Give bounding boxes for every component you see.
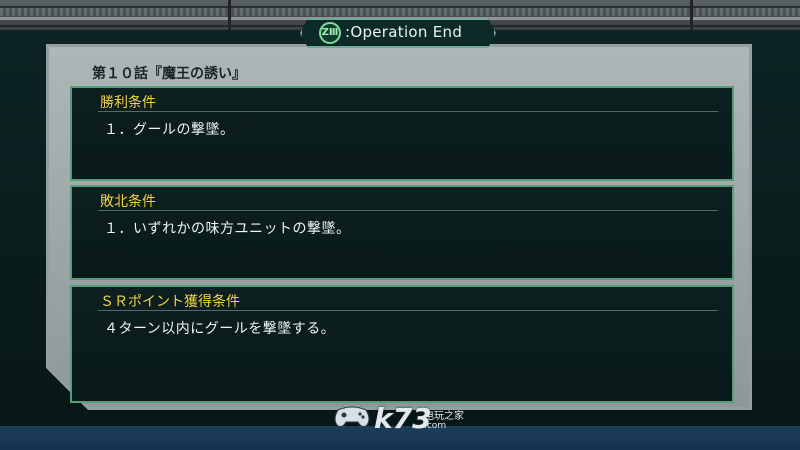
- victory-conditions-panel: 勝利条件 １．グールの撃墜。: [70, 86, 734, 181]
- watermark-site-name: 电玩之家: [424, 411, 464, 422]
- sr-point-heading: ＳＲポイント獲得条件: [100, 294, 240, 310]
- rail-ticks: [0, 8, 800, 16]
- episode-title: 第１０話『魔王の誘い』: [92, 66, 246, 82]
- zmn-emblem-icon: ZⅢ: [319, 22, 341, 44]
- rail-post: [228, 0, 231, 30]
- rail-post: [690, 0, 693, 30]
- victory-heading: 勝利条件: [100, 95, 156, 111]
- screen-title: :Operation End: [345, 23, 463, 41]
- defeat-condition-line: １．いずれかの味方ユニットの撃墜。: [104, 221, 351, 237]
- gamepad-icon: [334, 406, 370, 427]
- watermark-domain: .com: [424, 421, 447, 431]
- divider: [98, 111, 718, 112]
- defeat-heading: 敗北条件: [100, 194, 156, 210]
- divider: [98, 210, 718, 211]
- watermark-logo: k73: [374, 402, 432, 435]
- rail-line: [0, 6, 800, 8]
- divider: [98, 310, 718, 311]
- sr-point-condition-line: ４ターン以内にグールを撃墜する。: [104, 321, 336, 337]
- defeat-conditions-panel: 敗北条件 １．いずれかの味方ユニットの撃墜。: [70, 185, 734, 280]
- sr-point-conditions-panel: ＳＲポイント獲得条件 ４ターン以内にグールを撃墜する。: [70, 285, 734, 403]
- victory-condition-line: １．グールの撃墜。: [104, 122, 235, 138]
